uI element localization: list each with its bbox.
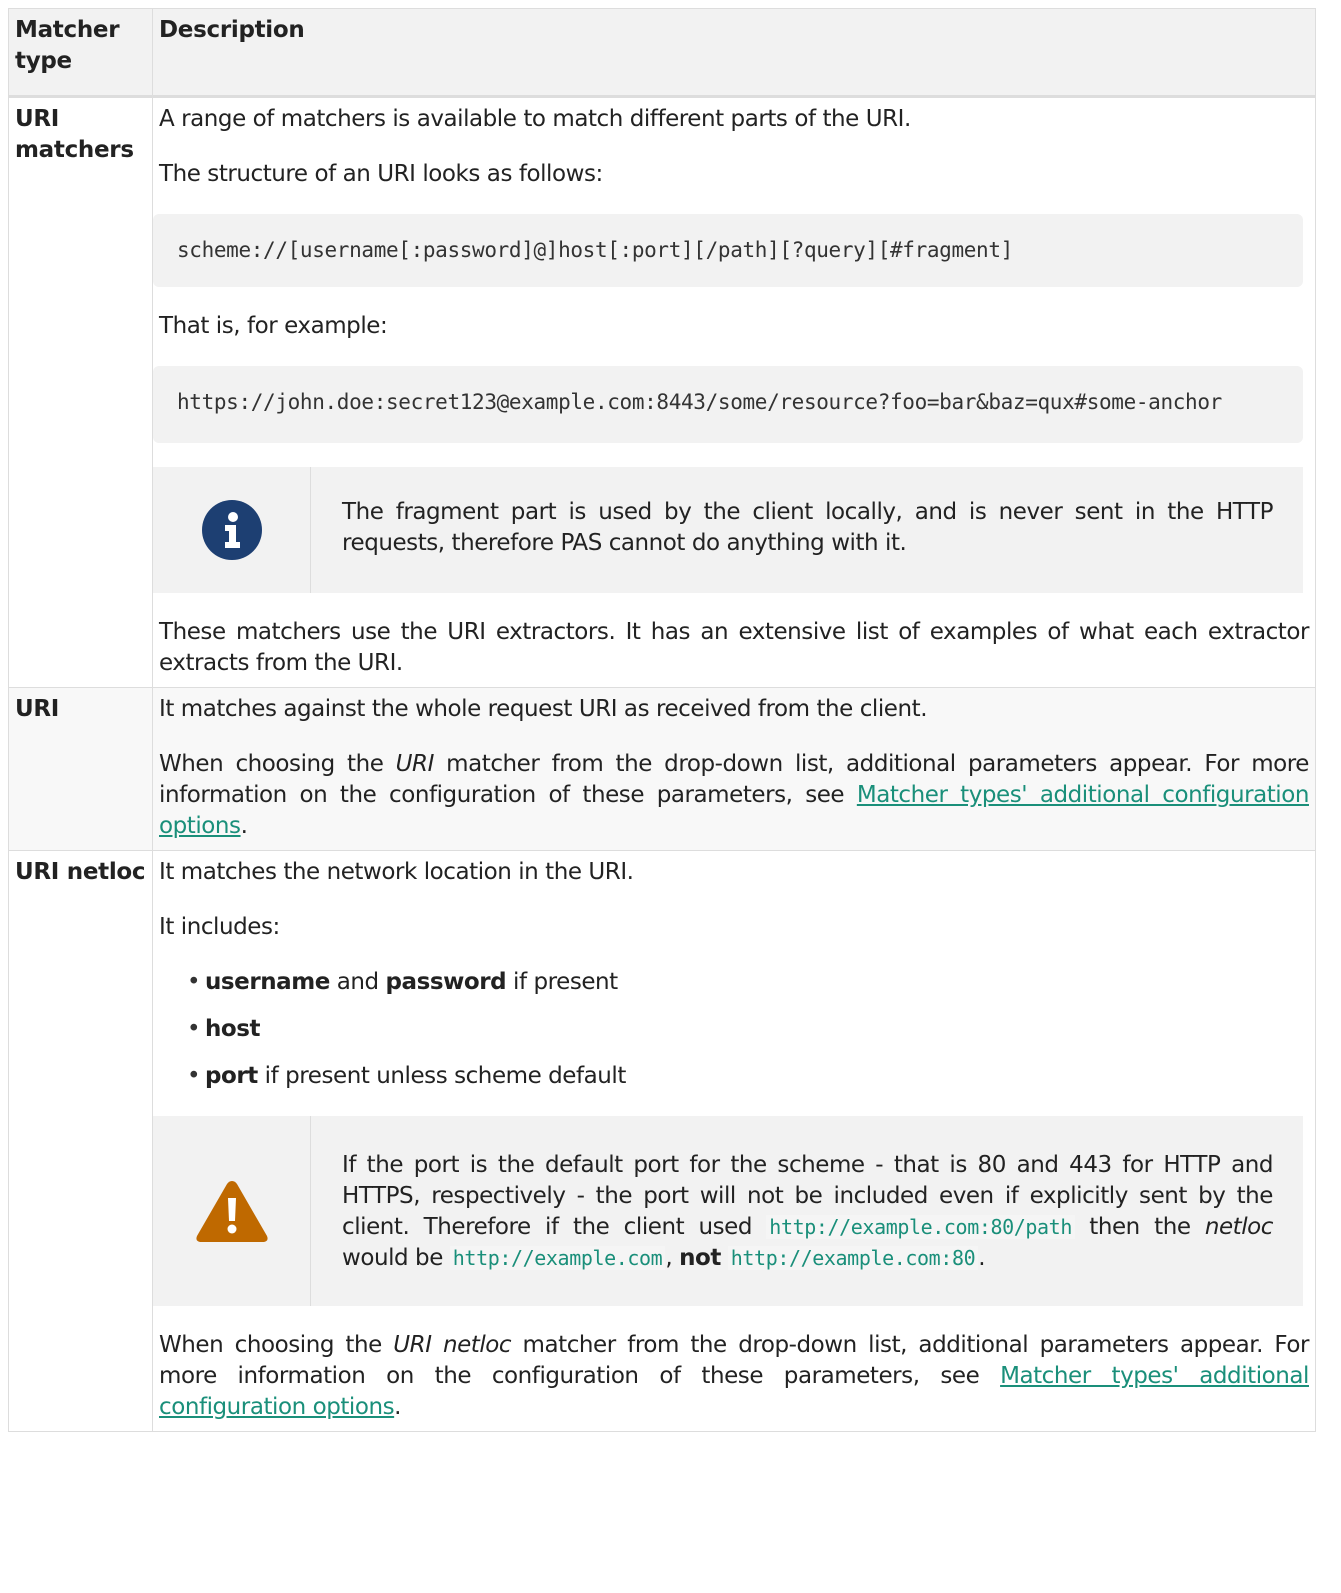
header-matcher-type: Matcher type (8, 8, 153, 98)
matcher-type-cell: URI matchers (8, 96, 153, 688)
paragraph: The structure of an URI looks as follows… (159, 161, 603, 187)
table-header-row: Matcher type Description (8, 8, 1316, 98)
warning-icon (195, 1181, 268, 1242)
list-item: host (187, 1014, 1309, 1045)
paragraph: A range of matchers is available to matc… (159, 106, 911, 132)
paragraph: That is, for example: (159, 313, 388, 339)
table-row: URI It matches against the whole request… (8, 687, 1316, 851)
table-row: URI matchers A range of matchers is avai… (8, 96, 1316, 688)
warning-text: If the port is the default port for the … (342, 1152, 1273, 1271)
code-block: scheme://[username[:password]@]host[:por… (153, 214, 1303, 287)
paragraph: When choosing the URI matcher from the d… (159, 751, 1310, 839)
note-text: The fragment part is used by the client … (342, 499, 1273, 556)
paragraph: It matches the network location in the U… (159, 859, 634, 885)
paragraph: When choosing the URI netloc matcher fro… (159, 1332, 1310, 1420)
list-item: port if present unless scheme default (187, 1061, 1309, 1092)
description-cell: A range of matchers is available to matc… (152, 96, 1316, 688)
header-description: Description (152, 8, 1316, 98)
paragraph: It matches against the whole request URI… (159, 696, 928, 722)
table-row: URI netloc It matches the network locati… (8, 850, 1316, 1432)
description-cell: It matches against the whole request URI… (152, 687, 1316, 851)
warning-admonition: If the port is the default port for the … (153, 1116, 1303, 1306)
description-cell: It matches the network location in the U… (152, 850, 1316, 1432)
paragraph: It includes: (159, 914, 280, 940)
matcher-type-cell: URI (8, 687, 153, 851)
matcher-types-table: Matcher type Description URI matchers A … (8, 8, 1316, 1432)
code-block: https://john.doe:secret123@example.com:8… (153, 366, 1303, 443)
info-icon (201, 500, 262, 560)
note-admonition: The fragment part is used by the client … (153, 467, 1303, 593)
paragraph: These matchers use the URI extractors. I… (159, 619, 1309, 676)
list-item: username and password if present (187, 967, 1309, 998)
matcher-type-cell: URI netloc (8, 850, 153, 1432)
includes-list: username and password if present host po… (159, 967, 1309, 1092)
